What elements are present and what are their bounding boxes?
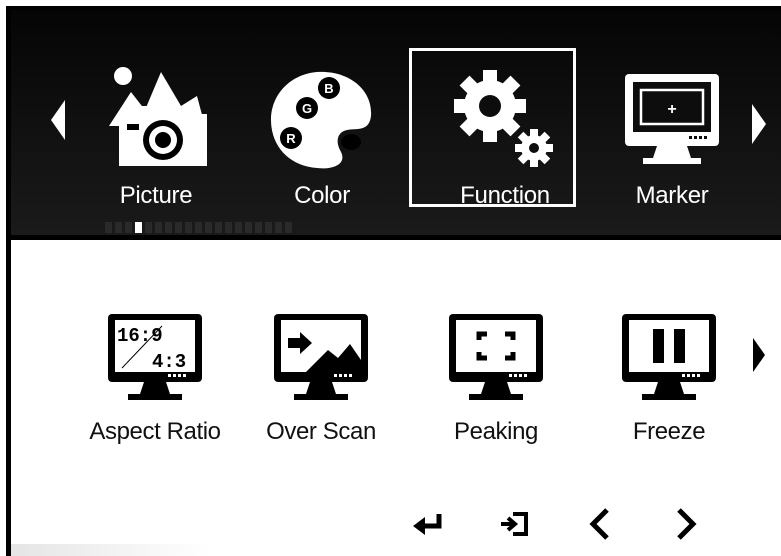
enter-icon[interactable] [409, 506, 449, 542]
menu-scroll-right-arrow-icon[interactable] [752, 104, 766, 144]
svg-text:+: + [667, 101, 676, 118]
page-dot [145, 222, 152, 233]
function-submenu-panel: 16:9 4:3 Aspect Ratio Over Scan Peaking … [6, 235, 781, 556]
menu-item-label: Picture [119, 182, 193, 209]
page-dot [155, 222, 162, 233]
freeze-icon [622, 314, 716, 400]
page-dot [185, 222, 192, 233]
palette-letter-b: B [324, 81, 333, 96]
panel-bottom-shadow [11, 544, 211, 556]
selected-item-highlight [409, 48, 576, 207]
page-dot [285, 222, 292, 233]
page-dot [205, 222, 212, 233]
page-dot [215, 222, 222, 233]
aspect-ratio-icon: 16:9 4:3 [108, 314, 202, 400]
monitor-marker-icon: + [625, 74, 719, 164]
aspect-ratio-4-3-text: 4:3 [152, 351, 186, 373]
submenu-item-label: Freeze [632, 418, 706, 445]
submenu-item-label: Aspect Ratio [89, 418, 221, 445]
page-dot [245, 222, 252, 233]
peaking-icon [449, 314, 543, 400]
palette-letter-g: G [302, 101, 312, 116]
exit-icon[interactable] [495, 506, 535, 542]
submenu-scroll-right-arrow-icon[interactable] [753, 338, 765, 372]
page-dot-active [135, 222, 142, 233]
submenu-item-label: Over Scan [266, 418, 376, 445]
page-dot [235, 222, 242, 233]
menu-item-color[interactable]: B G R Color [257, 10, 387, 210]
palette-icon: B G R [271, 71, 372, 169]
aspect-ratio-16-9-text: 16:9 [117, 325, 163, 347]
page-dot [225, 222, 232, 233]
menu-scroll-left-arrow-icon[interactable] [51, 100, 65, 140]
picture-icon [109, 67, 207, 166]
page-dot [115, 222, 122, 233]
page-dot [105, 222, 112, 233]
page-dot [125, 222, 132, 233]
page-dot [165, 222, 172, 233]
page-dot [265, 222, 272, 233]
menu-item-label: Marker [635, 182, 709, 209]
menu-item-label: Color [294, 182, 350, 209]
over-scan-icon [274, 314, 368, 400]
left-icon[interactable] [581, 506, 621, 542]
submenu-item-aspect-ratio[interactable]: 16:9 4:3 Aspect Ratio [70, 310, 240, 450]
page-dot [175, 222, 182, 233]
page-dot [255, 222, 262, 233]
submenu-item-freeze[interactable]: Freeze [584, 310, 754, 450]
page-dot [195, 222, 202, 233]
right-icon[interactable] [665, 506, 705, 542]
submenu-item-peaking[interactable]: Peaking [411, 310, 581, 450]
submenu-item-over-scan[interactable]: Over Scan [236, 310, 406, 450]
menu-item-marker[interactable]: + Marker [607, 10, 737, 210]
menu-page-indicator [105, 222, 292, 233]
main-menu-bar: Picture B G R Color Function + Marker [6, 6, 781, 235]
palette-letter-r: R [286, 131, 296, 146]
page-dot [275, 222, 282, 233]
menu-item-picture[interactable]: Picture [91, 10, 221, 210]
submenu-item-label: Peaking [454, 418, 538, 445]
